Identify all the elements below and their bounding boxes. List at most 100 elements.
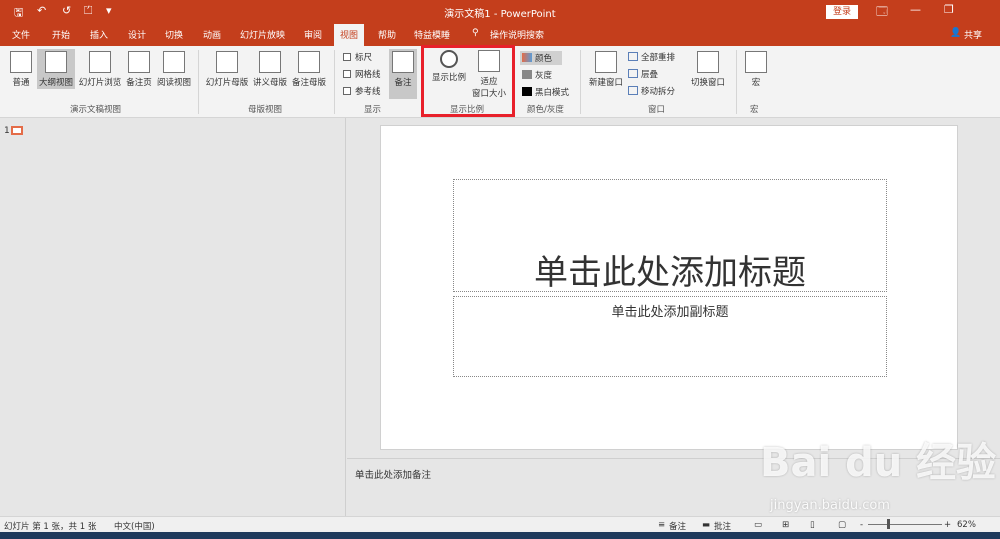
outline-pane[interactable]: 1 [0, 118, 346, 516]
color-icon [522, 53, 532, 62]
slide-number: 1 [4, 126, 10, 136]
views-group-label: 演示文稿视图 [70, 105, 122, 115]
tab-insert[interactable]: 插入 [90, 28, 108, 41]
normal-view-icon [10, 51, 32, 73]
slide-sorter-button[interactable]: 幻灯片浏览 [77, 51, 123, 88]
group-divider [580, 50, 581, 114]
move-split-button[interactable]: 移动拆分 [628, 85, 675, 97]
window-group-label: 窗口 [648, 105, 666, 115]
zoom-level[interactable]: 62% [957, 520, 976, 530]
group-divider [198, 50, 199, 114]
notes-page-button[interactable]: 备注页 [124, 51, 154, 88]
zoom-group-highlight [421, 45, 515, 117]
arrange-all-button[interactable]: 全部重排 [628, 51, 675, 63]
login-button[interactable]: 登录 [826, 5, 858, 19]
outline-view-icon [45, 51, 67, 73]
tab-view[interactable]: 视图 [334, 24, 365, 46]
tab-animations[interactable]: 动画 [203, 28, 221, 41]
slide-master-button[interactable]: 幻灯片母版 [204, 51, 250, 88]
checkbox-icon [343, 87, 351, 95]
tell-me-search[interactable]: 操作说明搜索 [490, 28, 544, 41]
gridlines-checkbox[interactable]: 网格线 [343, 68, 381, 80]
slide-sorter-status-icon[interactable]: ⊞ [782, 520, 789, 530]
slide-thumbnail[interactable] [11, 126, 23, 135]
reading-view-button[interactable]: 阅读视图 [155, 51, 193, 88]
title-placeholder-text: 单击此处添加标题 [534, 253, 806, 293]
masters-group-label: 母版视图 [248, 105, 283, 115]
title-bar: 🖫 ↶ ↺ ⏍ ▾ 演示文稿1 - PowerPoint 登录 🗔 — ❐ [0, 0, 1000, 24]
title-placeholder[interactable]: 单击此处添加标题 [453, 179, 887, 293]
reading-view-icon [163, 51, 185, 73]
tab-home[interactable]: 开始 [52, 28, 70, 41]
tab-slideshow[interactable]: 幻灯片放映 [240, 28, 285, 41]
search-icon[interactable]: ⚲ [472, 28, 479, 38]
tab-help[interactable]: 帮助 [378, 28, 396, 41]
arrange-all-icon [628, 52, 638, 61]
colors-group-label: 颜色/灰度 [527, 105, 564, 115]
notes-master-icon [298, 51, 320, 73]
notes-master-button[interactable]: 备注母版 [290, 51, 328, 88]
tab-design[interactable]: 设计 [128, 28, 146, 41]
tab-transitions[interactable]: 切换 [165, 28, 183, 41]
minimize-icon[interactable]: — [910, 3, 921, 16]
macros-button[interactable]: 宏 [742, 51, 770, 88]
switch-window-icon [697, 51, 719, 73]
comments-status-button[interactable]: 批注 [714, 520, 731, 532]
share-button[interactable]: 共享 [964, 28, 982, 41]
ribbon-display-icon[interactable]: 🗔 [876, 3, 888, 22]
cascade-button[interactable]: 层叠 [628, 68, 658, 80]
checkbox-icon [343, 53, 351, 61]
tab-review[interactable]: 审阅 [304, 28, 322, 41]
slideshow-status-icon[interactable]: ▢ [838, 520, 846, 530]
outline-view-button[interactable]: 大纲视图 [37, 49, 75, 89]
macro-group-label: 宏 [750, 105, 759, 115]
ribbon-tabs: 文件 开始 插入 设计 切换 动画 幻灯片放映 审阅 视图 帮助 特益模睡 ⚲ … [0, 24, 1000, 46]
notes-icon [392, 51, 414, 73]
slide-canvas[interactable]: 单击此处添加标题 单击此处添加副标题 [380, 125, 958, 450]
zoom-slider-handle[interactable] [887, 519, 890, 529]
zoom-slider-track[interactable] [868, 524, 942, 525]
notes-status-icon[interactable]: ≡ [658, 520, 665, 530]
language-status[interactable]: 中文(中国) [114, 520, 155, 532]
macro-icon [745, 51, 767, 73]
notes-placeholder: 单击此处添加备注 [355, 470, 432, 481]
windows-taskbar [0, 532, 1000, 539]
baidu-watermark-url: jingyan.baidu.com [770, 498, 890, 513]
user-icon[interactable]: 👤 [950, 28, 961, 38]
cascade-icon [628, 69, 638, 78]
zoom-out-button[interactable]: - [860, 520, 863, 530]
baidu-watermark-logo: Bai du 经验 [760, 440, 997, 486]
comments-icon[interactable]: ▬ [702, 520, 710, 530]
new-window-button[interactable]: 新建窗口 [587, 51, 625, 88]
notes-page-icon [128, 51, 150, 73]
move-split-icon [628, 86, 638, 95]
normal-view-status-icon[interactable]: ▭ [754, 520, 762, 530]
zoom-in-button[interactable]: + [944, 520, 951, 530]
maximize-icon[interactable]: ❐ [944, 3, 954, 16]
normal-view-button[interactable]: 普通 [6, 51, 36, 88]
slide-master-icon [216, 51, 238, 73]
reading-view-status-icon[interactable]: ▯ [810, 520, 815, 530]
grayscale-button[interactable]: 灰度 [522, 69, 552, 81]
checkbox-icon [343, 70, 351, 78]
subtitle-placeholder[interactable]: 单击此处添加副标题 [453, 296, 887, 377]
subtitle-placeholder-text: 单击此处添加副标题 [611, 305, 729, 320]
tab-file[interactable]: 文件 [12, 28, 30, 41]
group-divider [736, 50, 737, 114]
status-bar: 幻灯片 第 1 张，共 1 张 中文(中国) ≡ 备注 ▬ 批注 ▭ ⊞ ▯ ▢… [0, 516, 1000, 532]
switch-window-button[interactable]: 切换窗口 [688, 51, 728, 88]
slide-sorter-icon [89, 51, 111, 73]
handout-master-button[interactable]: 讲义母版 [251, 51, 289, 88]
ruler-checkbox[interactable]: 标尺 [343, 51, 372, 63]
tab-special[interactable]: 特益模睡 [414, 28, 450, 41]
slide-info: 幻灯片 第 1 张，共 1 张 [4, 522, 97, 532]
notes-status-button[interactable]: 备注 [669, 520, 686, 532]
group-divider [334, 50, 335, 114]
color-button[interactable]: 颜色 [520, 51, 563, 65]
new-window-icon [595, 51, 617, 73]
show-group-label: 显示 [364, 105, 382, 115]
grayscale-icon [522, 70, 532, 79]
black-white-button[interactable]: 黑白模式 [522, 86, 569, 98]
notes-toggle-button[interactable]: 备注 [389, 49, 417, 99]
guides-checkbox[interactable]: 参考线 [343, 85, 381, 97]
